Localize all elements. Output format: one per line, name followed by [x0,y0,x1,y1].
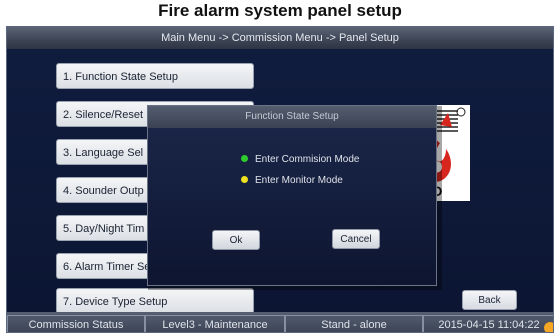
yellow-dot-icon [241,175,248,183]
option-commision-mode[interactable]: Enter Commision Mode [241,153,359,167]
status-commission: Commission Status [7,315,145,332]
ok-button[interactable]: Ok [212,230,260,250]
back-button[interactable]: Back [462,290,517,310]
cancel-button[interactable]: Cancel [332,229,380,249]
status-indicator-icon [544,322,553,332]
option-label: Enter Commision Mode [255,154,360,165]
dialog-title: Function State Setup [148,106,436,128]
dialog-body: Enter Commision Mode Enter Monitor Mode … [148,128,436,285]
breadcrumb: Main Menu -> Commission Menu -> Panel Se… [7,27,553,49]
status-datetime: 2015-04-15 11:04:22 [423,315,553,332]
status-access-level: Level3 - Maintenance [145,315,285,332]
caption-text: Fire alarm system panel setup [158,1,402,20]
menu-item-device-type-setup[interactable]: 7. Device Type Setup [56,288,254,314]
menu-item-function-state-setup[interactable]: 1. Function State Setup [56,63,254,89]
caption-strip: Fire alarm system panel setup [0,0,560,28]
status-mode: Stand - alone [285,315,423,332]
option-label: Enter Monitor Mode [255,175,343,186]
status-bar: Commission Status Level3 - Maintenance S… [7,312,553,332]
panel-window: Main Menu -> Commission Menu -> Panel Se… [6,26,554,333]
option-monitor-mode[interactable]: Enter Monitor Mode [241,174,343,188]
green-dot-icon [241,154,248,162]
function-state-dialog: Function State Setup Enter Commision Mod… [147,105,437,286]
